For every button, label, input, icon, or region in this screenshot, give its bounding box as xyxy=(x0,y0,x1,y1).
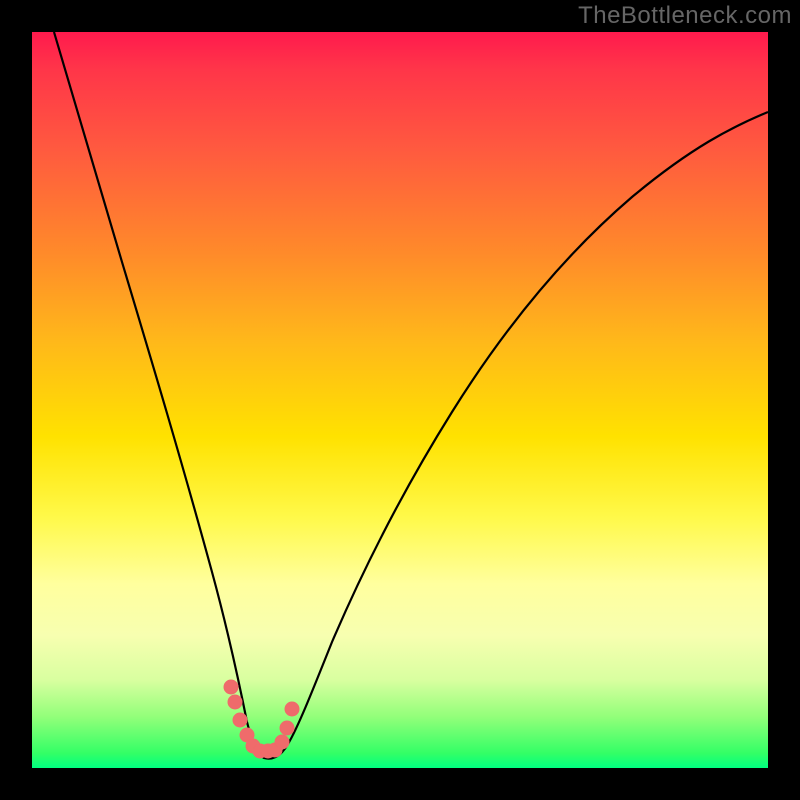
highlight-dot xyxy=(233,713,247,727)
highlight-dot xyxy=(224,680,238,694)
highlight-dot xyxy=(228,695,242,709)
highlight-dot xyxy=(285,702,299,716)
curve-svg xyxy=(32,32,768,768)
highlight-dot xyxy=(275,735,289,749)
chart-frame: TheBottleneck.com xyxy=(0,0,800,800)
watermark-text: TheBottleneck.com xyxy=(578,2,792,30)
highlight-dot xyxy=(280,721,294,735)
highlight-marker-group xyxy=(224,680,299,758)
plot-area xyxy=(32,32,768,768)
bottleneck-curve-path xyxy=(54,32,768,759)
